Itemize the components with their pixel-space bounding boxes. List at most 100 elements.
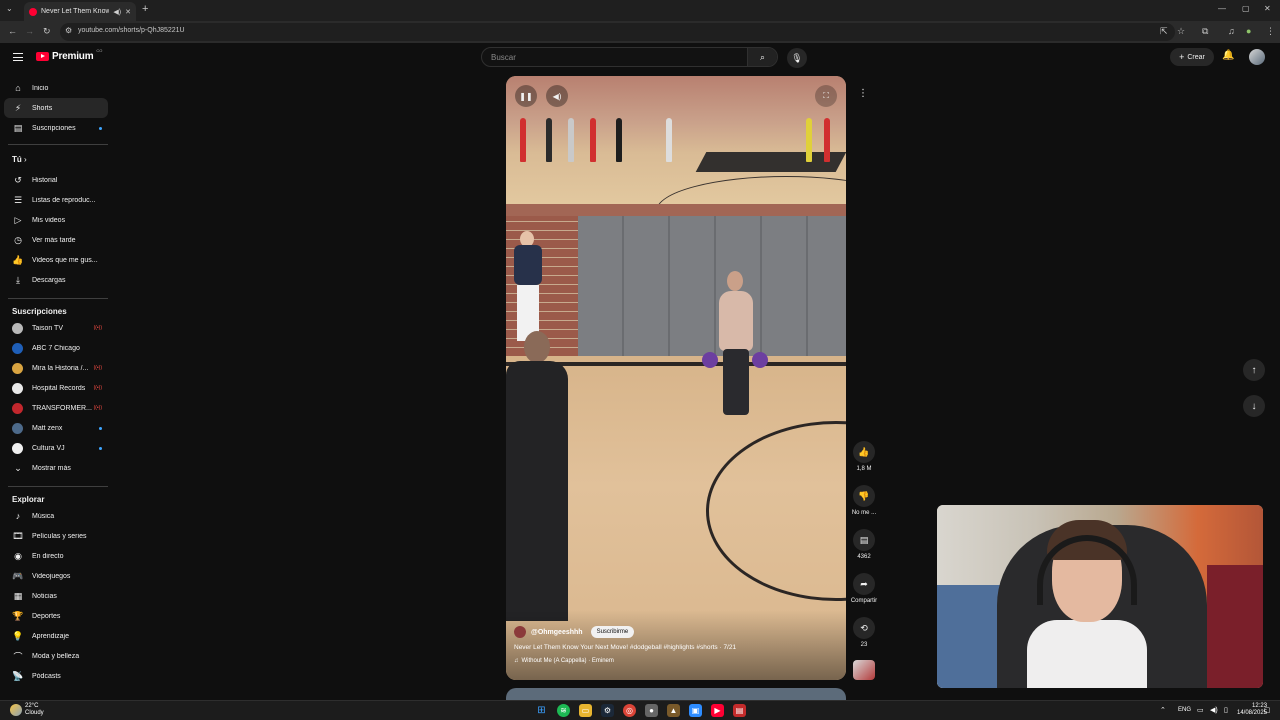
language-indicator[interactable]: ENG — [1178, 707, 1191, 713]
sidebar-sub-matt-zenx[interactable]: Matt zenx — [4, 418, 108, 438]
weather-widget[interactable]: 22°C Cloudy — [25, 703, 44, 717]
address-bar[interactable]: ⚙ youtube.com/shorts/p-QhJ85221U — [60, 23, 1175, 41]
obs-icon[interactable]: ● — [645, 704, 658, 717]
steam-icon[interactable]: ⚙ — [601, 704, 614, 717]
sidebar-item-podcasts[interactable]: 📡 Pódcasts — [4, 666, 108, 686]
share-action[interactable]: ➦ Compartir — [846, 573, 882, 604]
sidebar-item-music[interactable]: ♪ Música — [4, 506, 108, 526]
sidebar-sub-hospital-records[interactable]: Hospital Records ((•)) — [4, 378, 108, 398]
channel-name[interactable]: @Ohmgeeshhh — [531, 629, 583, 636]
voice-search-icon[interactable]: 🎙 — [787, 48, 807, 68]
channel-avatar[interactable] — [514, 626, 526, 638]
tab-search-icon[interactable]: ⌄ — [6, 4, 13, 13]
tab-close-icon[interactable]: ✕ — [125, 8, 131, 16]
store-icon[interactable]: ▣ — [689, 704, 702, 717]
sidebar-item-subscriptions[interactable]: ▤ Suscripciones — [4, 118, 108, 138]
app-icon[interactable]: ▤ — [733, 704, 746, 717]
previous-short-arrow-icon[interactable]: ↑ — [1243, 359, 1265, 381]
sidebar-show-more[interactable]: ⌄ Mostrar más — [4, 458, 108, 478]
weather-icon[interactable] — [10, 704, 22, 716]
sidebar-item-sports[interactable]: 🏆 Deportes — [4, 606, 108, 626]
chrome-icon[interactable]: ◎ — [623, 704, 636, 717]
create-button[interactable]: + Crear — [1170, 48, 1214, 66]
sidebar-item-my-videos[interactable]: ▷ Mis videos — [4, 210, 108, 230]
pause-icon[interactable]: ❚❚ — [515, 85, 537, 107]
you-section-heading[interactable]: Tú › — [12, 155, 27, 164]
file-explorer-icon[interactable]: ▭ — [579, 704, 592, 717]
sidebar-sub-cultura-vj[interactable]: Cultura VJ — [4, 438, 108, 458]
youtube-app-icon[interactable]: ▶ — [711, 704, 724, 717]
sidebar-item-movies[interactable]: 🎞 Películas y series — [4, 526, 108, 546]
clock[interactable]: 12:23 14/08/2025 — [1237, 703, 1267, 717]
browser-menu-icon[interactable]: ⋮ — [1266, 26, 1275, 37]
sidebar-item-downloads[interactable]: ⤓ Descargas — [4, 270, 108, 290]
account-avatar[interactable] — [1249, 49, 1265, 65]
audio-playing-icon[interactable]: ◀) — [113, 8, 121, 16]
notification-center-icon[interactable]: ▢ — [1264, 706, 1271, 714]
volume-icon[interactable]: ◀) — [546, 85, 568, 107]
url-text[interactable]: youtube.com/shorts/p-QhJ85221U — [78, 27, 185, 34]
browser-tab[interactable]: Never Let Them Know Your ◀) ✕ — [24, 2, 136, 21]
search-button[interactable]: ⌕ — [747, 48, 777, 66]
maximize-icon[interactable]: ▢ — [1242, 4, 1250, 13]
more-options-icon[interactable]: ⋮ — [858, 88, 868, 99]
window-close-icon[interactable]: ✕ — [1264, 4, 1271, 13]
sidebar-item-watch-later[interactable]: ◷ Ver más tarde — [4, 230, 108, 250]
notifications-bell-icon[interactable]: 🔔 — [1222, 50, 1234, 61]
volume-tray-icon[interactable]: ◀) — [1210, 706, 1218, 714]
like-action[interactable]: 👍 1,8 M — [846, 441, 882, 472]
sidebar-sub-mira-la-historia[interactable]: Mira la Historia /... ((•)) — [4, 358, 108, 378]
short-music[interactable]: ♫ Without Me (A Cappella) · Eminem — [514, 658, 614, 664]
minimize-icon[interactable]: — — [1218, 4, 1226, 13]
remix-action[interactable]: ⟲ 23 — [846, 617, 882, 648]
windows-start-icon[interactable]: ⊞ — [535, 704, 548, 717]
comments-action[interactable]: ▤ 4362 — [846, 529, 882, 560]
profile-icon[interactable]: ● — [1246, 26, 1251, 36]
subscribe-button[interactable]: Suscribirme — [590, 626, 635, 638]
sidebar-item-liked[interactable]: 👍 Videos que me gus... — [4, 250, 108, 270]
battery-icon[interactable]: ▯ — [1224, 706, 1228, 714]
sidebar-item-gaming[interactable]: 🎮 Videojuegos — [4, 566, 108, 586]
search-box[interactable]: Buscar ⌕ — [481, 47, 778, 67]
new-tab-icon[interactable]: + — [142, 3, 148, 15]
youtube-logo[interactable]: Premium CO — [36, 48, 102, 62]
sidebar-sub-abc7[interactable]: ABC 7 Chicago — [4, 338, 108, 358]
fullscreen-icon[interactable]: ⛶ — [815, 85, 837, 107]
tray-overflow-icon[interactable]: ⌃ — [1160, 706, 1166, 714]
sidebar-sub-transformer[interactable]: TRANSFORMER... ((•)) — [4, 398, 108, 418]
next-short-arrow-icon[interactable]: ↓ — [1243, 395, 1265, 417]
comment-icon[interactable]: ▤ — [853, 529, 875, 551]
site-info-icon[interactable]: ⚙ — [65, 26, 72, 35]
thumbs-down-icon[interactable]: 👎 — [853, 485, 875, 507]
sidebar-item-label: Aprendizaje — [32, 632, 69, 640]
short-video-player[interactable]: ❚❚ ◀) ⛶ @Ohmgeeshhh Suscribirme Never Le… — [506, 76, 846, 680]
thumbs-up-icon[interactable]: 👍 — [853, 441, 875, 463]
sidebar-item-live[interactable]: ◉ En directo — [4, 546, 108, 566]
extensions-icon[interactable]: ⧉ — [1202, 26, 1208, 37]
media-controls-icon[interactable]: ♫ — [1228, 26, 1235, 36]
next-short-preview[interactable] — [506, 688, 846, 700]
reload-icon[interactable]: ↻ — [43, 26, 51, 37]
open-in-app-icon[interactable]: ⇱ — [1160, 26, 1168, 37]
sidebar-item-learning[interactable]: 💡 Aprendizaje — [4, 626, 108, 646]
sidebar-item-home[interactable]: ⌂ Inicio — [4, 78, 108, 98]
bookmark-star-icon[interactable]: ☆ — [1177, 26, 1185, 37]
sidebar-item-playlists[interactable]: ☰ Listas de reproduc... — [4, 190, 108, 210]
remix-icon[interactable]: ⟲ — [853, 617, 875, 639]
short-title[interactable]: Never Let Them Know Your Next Move! #dod… — [514, 644, 736, 651]
app-icon[interactable]: ▲ — [667, 704, 680, 717]
sidebar-item-fashion[interactable]: ⌒ Moda y belleza — [4, 646, 108, 666]
back-icon[interactable]: ← — [8, 26, 17, 36]
search-input[interactable]: Buscar — [491, 53, 516, 62]
dislike-action[interactable]: 👎 No me ... — [846, 485, 882, 516]
sidebar-item-news[interactable]: ▦ Noticias — [4, 586, 108, 606]
sidebar-sub-taison-tv[interactable]: Taison TV ((•)) — [4, 318, 108, 338]
sidebar-item-history[interactable]: ↺ Historial — [4, 170, 108, 190]
spotify-icon[interactable]: ≋ — [557, 704, 570, 717]
share-icon[interactable]: ➦ — [853, 573, 875, 595]
sound-thumbnail[interactable] — [853, 660, 875, 680]
forward-icon[interactable]: → — [25, 26, 34, 36]
sidebar-item-shorts[interactable]: ⚡ Shorts — [4, 98, 108, 118]
network-icon[interactable]: ▭ — [1197, 706, 1204, 714]
menu-icon[interactable] — [13, 53, 23, 61]
